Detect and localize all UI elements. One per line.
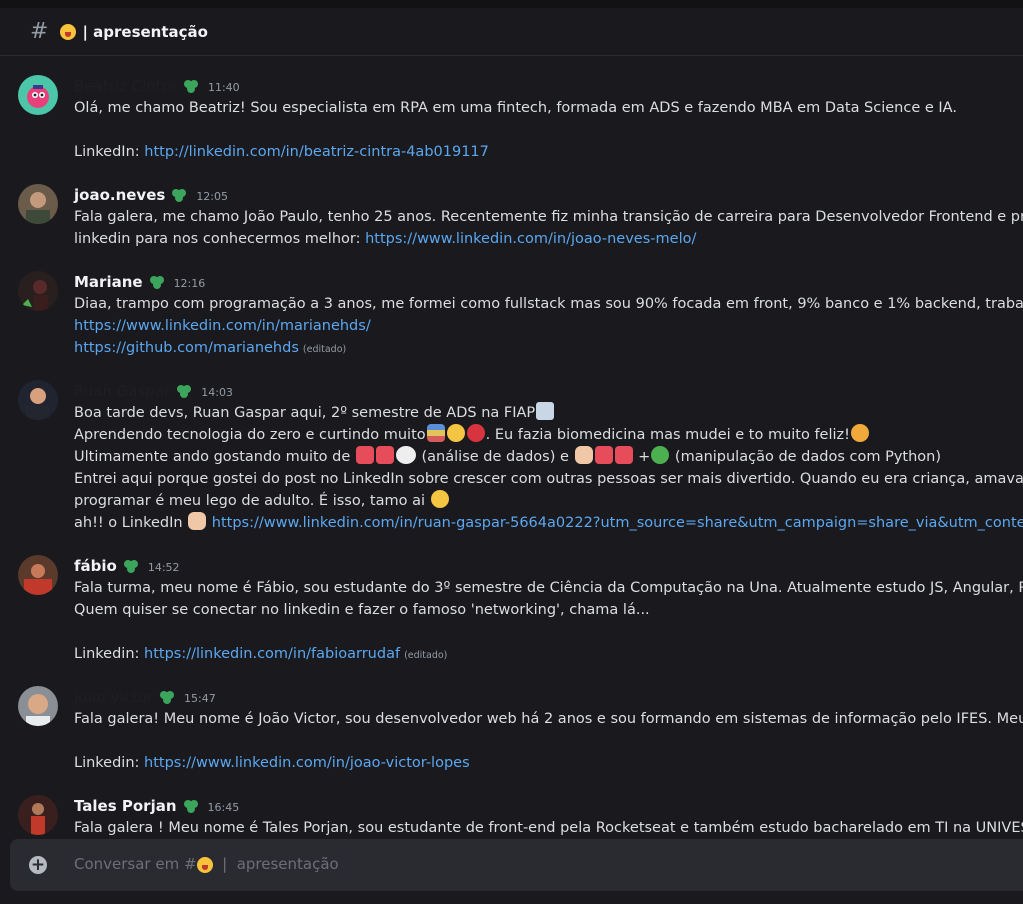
profile-link[interactable]: https://www.linkedin.com/in/joao-neves-m… <box>365 231 696 247</box>
message-text: linkedin para nos conhecermos melhor: <box>74 231 366 247</box>
profile-link[interactable]: https://www.linkedin.com/in/joao-victor-… <box>144 755 470 771</box>
message-text: Entrei aqui porque gostei do post no Lin… <box>74 471 1023 487</box>
leaf-badge-icon <box>183 800 198 813</box>
username[interactable]: Tales Porjan <box>74 797 177 815</box>
username[interactable]: Ruan Gaspar <box>74 382 170 400</box>
message-text: + <box>633 449 651 465</box>
github-link[interactable]: https://github.com/marianehds <box>74 340 299 356</box>
message-text: Quem quiser se conectar no linkedin e fa… <box>74 602 650 618</box>
link-label: Linkedin: <box>74 755 145 771</box>
timestamp: 14:52 <box>147 561 180 574</box>
avatar[interactable] <box>18 75 58 115</box>
leaf-badge-icon <box>172 189 187 202</box>
angry-emoji-icon <box>466 424 485 442</box>
leaf-badge-icon <box>177 385 192 398</box>
pointing-right-emoji-icon <box>188 512 207 530</box>
grinning-emoji-icon <box>60 23 77 40</box>
nerd-emoji-icon <box>446 424 465 442</box>
avatar[interactable] <box>18 686 58 726</box>
message-text: ah!! o LinkedIn <box>74 515 188 531</box>
message-text: (manipulação de dados com Python) <box>670 449 941 465</box>
leaf-badge-icon <box>149 276 164 289</box>
timestamp: 12:16 <box>173 277 206 290</box>
channel-name: | apresentação <box>82 22 208 41</box>
relieved-face-emoji-icon <box>430 490 449 508</box>
message-text: Ultimamente ando gostando muito de <box>74 449 355 465</box>
timestamp: 15:47 <box>184 692 216 705</box>
hashtag-icon: # <box>30 19 49 44</box>
edited-label: (editado) <box>404 650 448 661</box>
placeholder-suffix: | apresentação <box>212 855 339 873</box>
timestamp: 16:45 <box>207 801 240 814</box>
message-text: programar é meu lego de adulto. É isso, … <box>74 493 430 509</box>
snake-emoji-icon <box>651 446 670 464</box>
timestamp: 14:03 <box>201 386 233 399</box>
username[interactable]: Mariane <box>74 273 143 291</box>
leaf-badge-icon <box>123 560 138 573</box>
books-emoji-icon <box>426 424 445 442</box>
avatar[interactable] <box>18 271 58 311</box>
timestamp: 11:40 <box>207 81 240 94</box>
dice-emoji-icon <box>594 446 613 464</box>
edited-label: (editado) <box>302 344 347 355</box>
message-text: . Eu fazia biomedicina mas mudei e to mu… <box>485 427 850 443</box>
profile-link[interactable]: http://linkedin.com/in/beatriz-cintra-4a… <box>144 144 489 160</box>
dice-emoji-icon <box>614 446 633 464</box>
link-label: Linkedin: <box>74 646 145 662</box>
placeholder-prefix: Conversar em # <box>74 855 197 873</box>
message-input[interactable]: + Conversar em # | apresentação <box>10 839 1023 891</box>
message-text: Olá, me chamo Beatriz! Sou especialista … <box>74 100 957 116</box>
message-text: Aprendendo tecnologia do zero e curtindo… <box>74 427 426 443</box>
grinning-emoji-icon <box>196 856 213 873</box>
avatar[interactable] <box>18 795 58 835</box>
avatar[interactable] <box>18 184 58 224</box>
username[interactable]: joao.neves <box>74 186 165 204</box>
leaf-badge-icon <box>160 691 174 704</box>
message-text: Fala turma, meu nome é Fábio, sou estuda… <box>74 580 1023 596</box>
profile-link[interactable]: https://www.linkedin.com/in/marianehds/ <box>74 318 371 334</box>
message-text: Fala galera ! Meu nome é Tales Porjan, s… <box>74 820 1023 836</box>
username[interactable]: joao victor <box>74 688 153 706</box>
pointing-hand-emoji-icon <box>574 446 593 464</box>
message-input-placeholder: Conversar em # | apresentação <box>74 855 339 873</box>
dice-emoji-icon <box>375 446 394 464</box>
profile-link[interactable]: https://www.linkedin.com/in/ruan-gaspar-… <box>212 515 1023 531</box>
avatar[interactable] <box>18 380 58 420</box>
leaf-badge-icon <box>183 80 198 93</box>
username[interactable]: fábio <box>74 557 117 575</box>
channel-header: # | apresentação <box>0 8 1023 56</box>
profile-link[interactable]: https://linkedin.com/in/fabioarrudaf <box>144 646 400 662</box>
avatar[interactable] <box>18 555 58 595</box>
message-text: Diaa, trampo com programação a 3 anos, m… <box>74 296 1023 312</box>
message-text: (análise de dados) e <box>416 449 574 465</box>
top-strip <box>0 0 1023 8</box>
message-text: Fala galera, me chamo João Paulo, tenho … <box>74 209 1023 225</box>
message-list: Beatriz Cintra 11:40 Olá, me chamo Beatri… <box>0 57 1023 837</box>
party-face-emoji-icon <box>850 424 869 442</box>
bank-emoji-icon <box>536 402 555 420</box>
username[interactable]: Beatriz Cintra <box>74 77 177 95</box>
eyes-emoji-icon <box>395 446 416 464</box>
add-attachment-icon[interactable]: + <box>29 856 47 874</box>
dice-emoji-icon <box>355 446 374 464</box>
link-label: LinkedIn: <box>74 144 145 160</box>
message-text: Boa tarde devs, Ruan Gaspar aqui, 2º sem… <box>74 405 536 421</box>
timestamp: 12:05 <box>196 190 229 203</box>
message-text: Fala galera! Meu nome é João Victor, sou… <box>74 711 1023 727</box>
